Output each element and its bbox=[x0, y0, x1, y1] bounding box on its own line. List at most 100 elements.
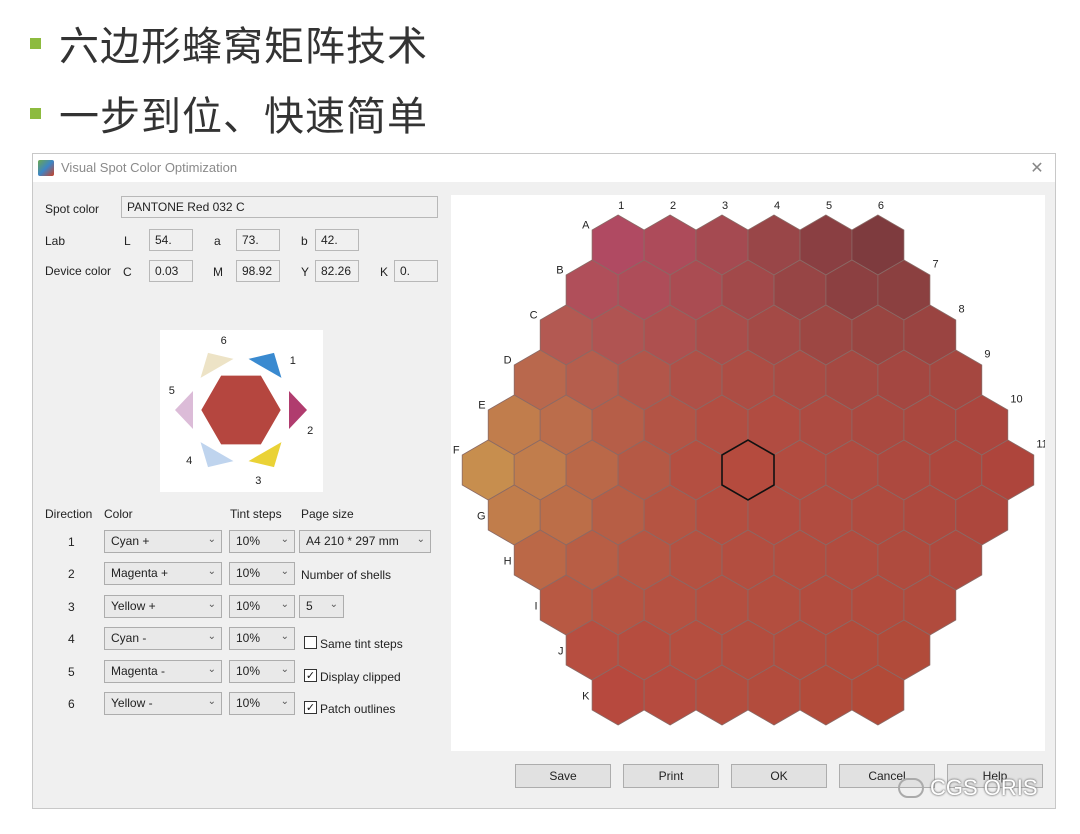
column-label: 11 bbox=[1036, 439, 1045, 451]
chevron-down-icon: ⌄ bbox=[280, 664, 289, 675]
color-select-value: Cyan + bbox=[111, 534, 150, 548]
device-M-field[interactable]: 98.92 bbox=[236, 260, 280, 282]
color-header: Color bbox=[104, 507, 133, 521]
direction-triangle-2 bbox=[289, 391, 307, 429]
device-Y-label: Y bbox=[301, 265, 310, 279]
tint-select[interactable]: 10% ⌄ bbox=[229, 595, 295, 618]
row-label: B bbox=[556, 265, 563, 277]
close-button[interactable]: ✕ bbox=[1025, 156, 1049, 180]
device-C-label: C bbox=[123, 265, 132, 279]
direction-header: Direction bbox=[45, 507, 93, 521]
lab-b-field[interactable]: 42. bbox=[315, 229, 359, 251]
row-label: F bbox=[453, 445, 460, 457]
app-icon bbox=[38, 160, 54, 176]
lab-a-label: a bbox=[214, 234, 221, 248]
device-K-field[interactable]: 0. bbox=[394, 260, 438, 282]
chevron-down-icon: ⌄ bbox=[280, 534, 289, 545]
tint-select-value: 10% bbox=[236, 534, 261, 548]
direction-number: 4 bbox=[68, 632, 75, 646]
chevron-down-icon: ⌄ bbox=[280, 631, 289, 642]
color-select[interactable]: Cyan - ⌄ bbox=[104, 627, 222, 650]
color-select-value: Magenta + bbox=[111, 566, 169, 580]
patch-outlines-checkbox[interactable]: ✓ bbox=[304, 701, 317, 714]
page-size-select[interactable]: A4 210 * 297 mm ⌄ bbox=[299, 530, 431, 553]
bullet-1-text: 六边形蜂窝矩阵技术 bbox=[59, 24, 428, 70]
tint-select-value: 10% bbox=[236, 566, 261, 580]
hex-matrix[interactable]: 1 2 3 4 5 6 7 8 9 10 11 A B C D E F G H I J K bbox=[451, 195, 1048, 751]
title-bar[interactable]: Visual Spot Color Optimization ✕ bbox=[33, 154, 1055, 182]
chevron-down-icon: ⌄ bbox=[207, 534, 216, 545]
direction-preview: 1 2 3 4 5 6 bbox=[160, 330, 323, 492]
bullet-2: 一步到位、快速简单 bbox=[30, 84, 428, 142]
tint-select-value: 10% bbox=[236, 599, 261, 613]
shells-value: 5 bbox=[306, 599, 313, 613]
shells-select[interactable]: 5 ⌄ bbox=[299, 595, 344, 618]
tint-select-value: 10% bbox=[236, 631, 261, 645]
wechat-icon bbox=[898, 778, 924, 798]
color-select-value: Cyan - bbox=[111, 631, 147, 645]
row-label: J bbox=[558, 646, 564, 658]
tint-select[interactable]: 10% ⌄ bbox=[229, 562, 295, 585]
tint-select-value: 10% bbox=[236, 664, 261, 678]
chevron-down-icon: ⌄ bbox=[416, 534, 425, 545]
color-select[interactable]: Yellow + ⌄ bbox=[104, 595, 222, 618]
direction-triangle-label: 2 bbox=[307, 425, 313, 437]
device-C-field[interactable]: 0.03 bbox=[149, 260, 193, 282]
device-M-label: M bbox=[213, 265, 223, 279]
column-label: 3 bbox=[722, 200, 728, 212]
direction-triangle-label: 1 bbox=[290, 355, 296, 367]
direction-triangle-label: 6 bbox=[221, 335, 227, 347]
tint-select[interactable]: 10% ⌄ bbox=[229, 627, 295, 650]
color-select[interactable]: Magenta + ⌄ bbox=[104, 562, 222, 585]
patch-outlines-label: Patch outlines bbox=[320, 702, 396, 716]
chevron-down-icon: ⌄ bbox=[280, 599, 289, 610]
direction-triangle-label: 3 bbox=[255, 475, 261, 487]
color-select[interactable]: Cyan + ⌄ bbox=[104, 530, 222, 553]
color-select[interactable]: Yellow - ⌄ bbox=[104, 692, 222, 715]
window-title: Visual Spot Color Optimization bbox=[61, 160, 238, 175]
watermark: CGS ORIS bbox=[898, 775, 1038, 801]
display-clipped-checkbox[interactable]: ✓ bbox=[304, 669, 317, 682]
same-tint-checkbox[interactable] bbox=[304, 636, 317, 649]
tint-select[interactable]: 10% ⌄ bbox=[229, 660, 295, 683]
bullet-1: 六边形蜂窝矩阵技术 bbox=[30, 14, 428, 72]
direction-number: 5 bbox=[68, 665, 75, 679]
column-label: 10 bbox=[1010, 394, 1022, 406]
tint-select[interactable]: 10% ⌄ bbox=[229, 692, 295, 715]
row-label: E bbox=[478, 400, 485, 412]
row-label: G bbox=[477, 511, 486, 523]
preview-center-hexagon bbox=[196, 371, 286, 449]
lab-label: Lab bbox=[45, 234, 66, 248]
shells-label: Number of shells bbox=[301, 568, 392, 582]
device-K-label: K bbox=[380, 265, 389, 279]
ok-button[interactable]: OK bbox=[731, 764, 827, 788]
same-tint-label: Same tint steps bbox=[320, 637, 403, 651]
bullet-square-icon bbox=[30, 37, 41, 49]
hex-matrix-panel[interactable]: 1 2 3 4 5 6 7 8 9 10 11 A B C D E F G H I J K bbox=[451, 195, 1048, 751]
chevron-down-icon: ⌄ bbox=[207, 664, 216, 675]
column-label: 1 bbox=[618, 200, 624, 212]
lab-b-label: b bbox=[301, 234, 308, 248]
page-size-value: A4 210 * 297 mm bbox=[306, 534, 399, 548]
lab-L-field[interactable]: 54. bbox=[149, 229, 193, 251]
tint-select[interactable]: 10% ⌄ bbox=[229, 530, 295, 553]
device-Y-field[interactable]: 82.26 bbox=[315, 260, 359, 282]
save-button[interactable]: Save bbox=[515, 764, 611, 788]
print-button[interactable]: Print bbox=[623, 764, 719, 788]
column-label: 8 bbox=[958, 304, 964, 316]
column-label: 9 bbox=[984, 349, 990, 361]
row-label: K bbox=[582, 691, 590, 703]
lab-L-label: L bbox=[124, 234, 131, 248]
direction-triangle-5 bbox=[175, 391, 193, 429]
color-select-value: Yellow - bbox=[111, 696, 153, 710]
bullet-square-icon bbox=[30, 107, 41, 119]
row-label: H bbox=[504, 556, 512, 568]
spot-color-field[interactable]: PANTONE Red 032 C bbox=[121, 196, 438, 218]
chevron-down-icon: ⌄ bbox=[280, 696, 289, 707]
chevron-down-icon: ⌄ bbox=[207, 631, 216, 642]
spot-color-label: Spot color bbox=[45, 202, 100, 216]
lab-a-field[interactable]: 73. bbox=[236, 229, 280, 251]
direction-triangle-label: 5 bbox=[169, 385, 175, 397]
row-label: I bbox=[534, 601, 537, 613]
color-select[interactable]: Magenta - ⌄ bbox=[104, 660, 222, 683]
